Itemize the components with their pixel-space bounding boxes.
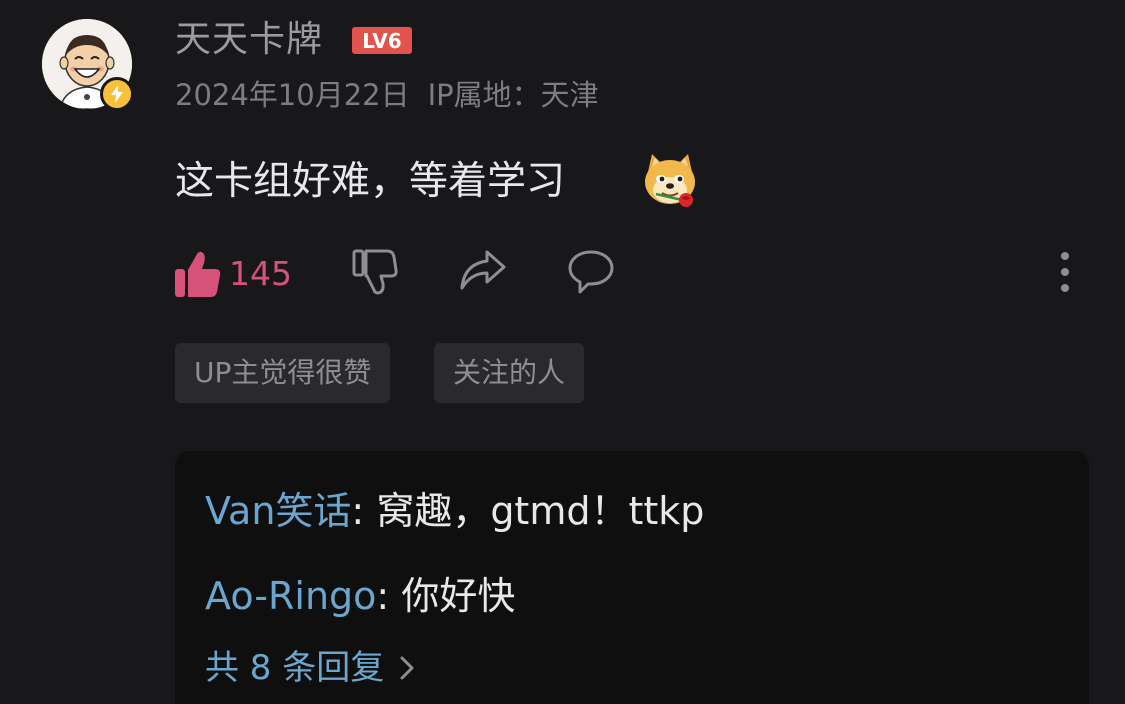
like-button[interactable]: 145: [175, 248, 292, 300]
reply-author[interactable]: Van笑话: [205, 489, 351, 533]
level-text: LV6: [362, 29, 401, 53]
tag-following[interactable]: 关注的人: [434, 343, 585, 403]
reply-item: Van笑话: 窝趣，gtmd！ttkp: [205, 484, 704, 538]
reply-item: Ao-Ringo: 你好快: [205, 569, 515, 623]
doge-rose-emoji-icon: [645, 154, 695, 207]
level-badge: LV6: [352, 27, 412, 54]
comment-meta: 2024年10月22日 IP属地：天津: [175, 76, 599, 114]
comment-icon: [568, 250, 614, 294]
dislike-button[interactable]: [352, 248, 398, 296]
reply-count-text: 共 8 条回复: [205, 648, 385, 688]
share-button[interactable]: [459, 248, 507, 294]
reply-text: 你好快: [401, 574, 516, 618]
comment-date: 2024年10月22日: [175, 78, 410, 112]
more-icon: [1061, 252, 1069, 292]
comment-item: 天天卡牌 LV6 2024年10月22日 IP属地：天津 这卡组好难，等着学习: [0, 0, 1125, 704]
avatar[interactable]: [42, 19, 134, 111]
reply-separator: :: [351, 489, 377, 533]
tag-up-liked[interactable]: UP主觉得很赞: [175, 343, 391, 403]
username[interactable]: 天天卡牌: [175, 16, 323, 64]
verified-badge-icon: [100, 77, 134, 111]
more-button[interactable]: [1054, 248, 1076, 296]
thumbs-up-icon: [175, 251, 221, 297]
ip-location: IP属地：天津: [427, 78, 599, 112]
reply-button[interactable]: [567, 248, 615, 296]
chevron-right-icon: [400, 656, 414, 680]
reply-text: 窝趣，gtmd！ttkp: [376, 489, 705, 533]
view-all-replies-link[interactable]: 共 8 条回复: [205, 643, 418, 693]
reply-author[interactable]: Ao-Ringo: [205, 574, 376, 618]
reply-preview-box[interactable]: Van笑话: 窝趣，gtmd！ttkp Ao-Ringo: 你好快 共 8 条回…: [175, 451, 1089, 704]
comment-text: 这卡组好难，等着学习: [175, 159, 566, 204]
share-icon: [460, 250, 506, 290]
thumbs-down-icon: [352, 249, 398, 295]
reply-separator: :: [376, 574, 402, 618]
like-count: 145: [229, 254, 292, 293]
